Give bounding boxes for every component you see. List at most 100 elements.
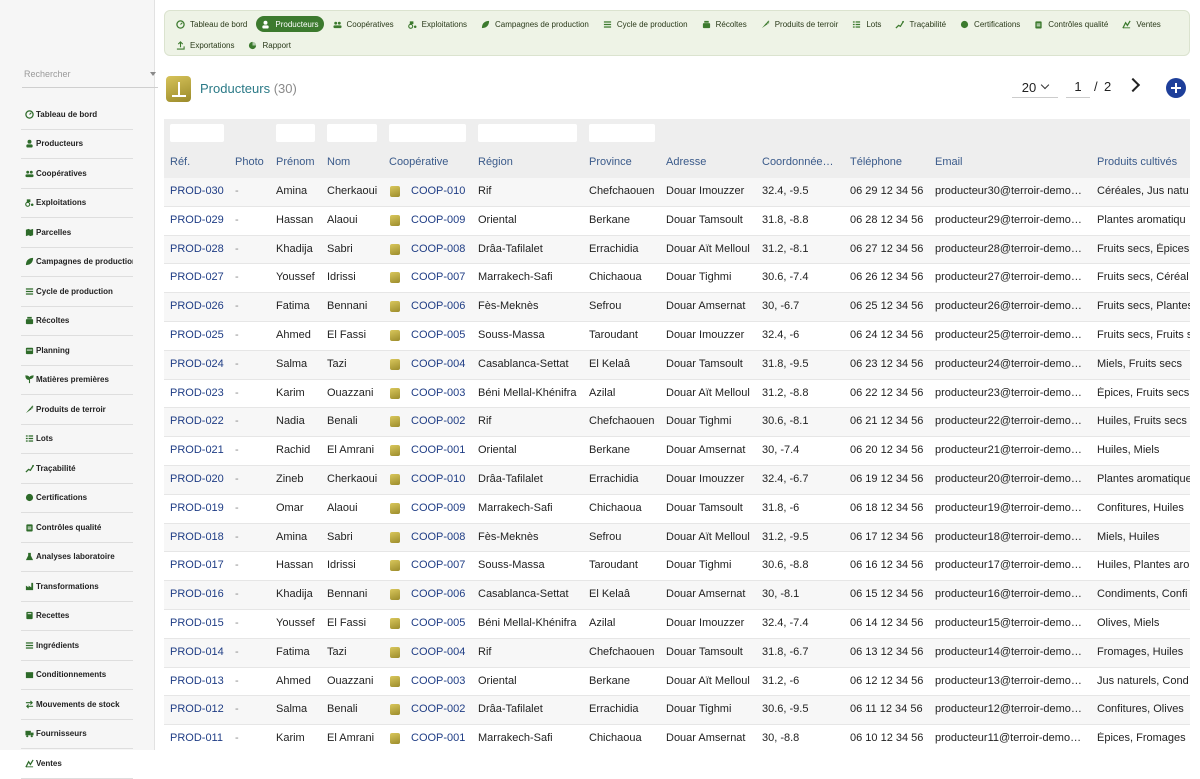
filter-province[interactable] bbox=[589, 124, 655, 142]
cell-cooperative[interactable]: COOP-009 bbox=[411, 502, 471, 514]
cell-ref[interactable]: PROD-022 bbox=[170, 415, 226, 427]
cell-cooperative[interactable]: COOP-007 bbox=[411, 271, 471, 283]
cell-cooperative[interactable]: COOP-005 bbox=[411, 617, 471, 629]
cell-ref[interactable]: PROD-020 bbox=[170, 473, 226, 485]
chevron-down-icon[interactable] bbox=[150, 72, 156, 76]
sidebar-item-7[interactable]: Récoltes bbox=[21, 307, 133, 336]
cell-cooperative[interactable]: COOP-007 bbox=[411, 559, 471, 571]
column-header-photo[interactable]: Photo bbox=[235, 156, 271, 168]
cell-cooperative[interactable]: COOP-005 bbox=[411, 329, 471, 341]
sidebar-item-0[interactable]: Tableau de bord bbox=[21, 100, 133, 130]
table-row[interactable]: PROD-021- Rachid El Amrani COOP-001 Oriental… bbox=[164, 437, 1190, 466]
table-row[interactable]: PROD-020- Zineb Cherkaoui COOP-010 Drâa-Tafi… bbox=[164, 465, 1190, 495]
cell-cooperative[interactable]: COOP-006 bbox=[411, 588, 471, 600]
sidebar-item-4[interactable]: Parcelles bbox=[21, 218, 133, 248]
column-header-coordonnees[interactable]: Coordonnée… bbox=[762, 156, 846, 168]
table-row[interactable]: PROD-014- Fatima Tazi COOP-004 Rif Chefchaoue… bbox=[164, 638, 1190, 668]
cell-ref[interactable]: PROD-025 bbox=[170, 329, 226, 341]
table-row[interactable]: PROD-029- Hassan Alaoui COOP-009 Oriental Ber… bbox=[164, 207, 1190, 236]
top-nav-item-row1-4[interactable]: Campagnes de production bbox=[476, 16, 594, 32]
top-nav-item-row1-9[interactable]: Traçabilité bbox=[890, 16, 951, 32]
column-header-produits[interactable]: Produits cultivés bbox=[1097, 156, 1190, 168]
cell-ref[interactable]: PROD-024 bbox=[170, 358, 226, 370]
cell-cooperative[interactable]: COOP-001 bbox=[411, 732, 471, 744]
cell-ref[interactable]: PROD-027 bbox=[170, 271, 226, 283]
cell-cooperative[interactable]: COOP-004 bbox=[411, 358, 471, 370]
cell-cooperative[interactable]: COOP-008 bbox=[411, 243, 471, 255]
cell-ref[interactable]: PROD-015 bbox=[170, 617, 226, 629]
sidebar-item-10[interactable]: Produits de terroir bbox=[21, 395, 133, 425]
column-header-adresse[interactable]: Adresse bbox=[666, 156, 758, 168]
table-row[interactable]: PROD-027- Youssef Idrissi COOP-007 Marrakech… bbox=[164, 264, 1190, 294]
cell-cooperative[interactable]: COOP-004 bbox=[411, 646, 471, 658]
column-header-prenom[interactable]: Prénom bbox=[276, 156, 324, 168]
sidebar-item-11[interactable]: Lots bbox=[21, 425, 133, 454]
cell-cooperative[interactable]: COOP-009 bbox=[411, 214, 471, 226]
column-header-ref[interactable]: Réf. bbox=[170, 156, 226, 168]
sidebar-item-22[interactable]: Ventes bbox=[21, 749, 133, 779]
sidebar-item-8[interactable]: Planning bbox=[21, 336, 133, 366]
sidebar-item-1[interactable]: Producteurs bbox=[21, 130, 133, 159]
sidebar-item-19[interactable]: Conditionnements bbox=[21, 661, 133, 690]
sidebar-item-18[interactable]: Ingrédients bbox=[21, 631, 133, 661]
cell-cooperative[interactable]: COOP-003 bbox=[411, 675, 471, 687]
sidebar-search[interactable] bbox=[22, 62, 158, 88]
sidebar-item-12[interactable]: Traçabilité bbox=[21, 454, 133, 484]
table-row[interactable]: PROD-022- Nadia Benali COOP-002 Rif Chefchaou… bbox=[164, 408, 1190, 438]
cell-ref[interactable]: PROD-018 bbox=[170, 531, 226, 543]
filter-nom[interactable] bbox=[327, 124, 377, 142]
sidebar-item-21[interactable]: Fournisseurs bbox=[21, 720, 133, 749]
cell-cooperative[interactable]: COOP-010 bbox=[411, 185, 471, 197]
cell-ref[interactable]: PROD-029 bbox=[170, 214, 226, 226]
cell-ref[interactable]: PROD-019 bbox=[170, 502, 226, 514]
column-header-email[interactable]: Email bbox=[935, 156, 1091, 168]
cell-cooperative[interactable]: COOP-006 bbox=[411, 300, 471, 312]
cell-cooperative[interactable]: COOP-001 bbox=[411, 444, 471, 456]
table-row[interactable]: PROD-026- Fatima Bennani COOP-006 Fès-Meknès… bbox=[164, 293, 1190, 322]
cell-cooperative[interactable]: COOP-008 bbox=[411, 531, 471, 543]
sidebar-item-9[interactable]: Matières premières bbox=[21, 366, 133, 395]
cell-ref[interactable]: PROD-014 bbox=[170, 646, 226, 658]
top-nav-item-row1-5[interactable]: Cycle de production bbox=[598, 16, 693, 32]
table-row[interactable]: PROD-012- Salma Benali COOP-002 Drâa-Tafilal… bbox=[164, 696, 1190, 726]
column-header-nom[interactable]: Nom bbox=[327, 156, 387, 168]
filter-ref[interactable] bbox=[170, 124, 224, 142]
table-row[interactable]: PROD-025- Ahmed El Fassi COOP-005 Souss-Mass… bbox=[164, 322, 1190, 351]
cell-ref[interactable]: PROD-030 bbox=[170, 185, 226, 197]
table-row[interactable]: PROD-017- Hassan Idrissi COOP-007 Souss-Mass… bbox=[164, 552, 1190, 582]
table-row[interactable]: PROD-013- Ahmed Ouazzani COOP-003 Oriental Be… bbox=[164, 668, 1190, 697]
cell-ref[interactable]: PROD-021 bbox=[170, 444, 226, 456]
table-row[interactable]: PROD-011- Karim El Amrani COOP-001 Marrakech… bbox=[164, 725, 1190, 750]
table-row[interactable]: PROD-018- Amina Sabri COOP-008 Fès-Meknès Sef… bbox=[164, 523, 1190, 553]
cell-ref[interactable]: PROD-016 bbox=[170, 588, 226, 600]
filter-prenom[interactable] bbox=[276, 124, 315, 142]
top-nav-item-row1-11[interactable]: Contrôles qualité bbox=[1029, 16, 1113, 32]
sidebar-item-2[interactable]: Coopératives bbox=[21, 159, 133, 189]
cell-cooperative[interactable]: COOP-002 bbox=[411, 415, 471, 427]
filter-region[interactable] bbox=[478, 124, 577, 142]
column-header-telephone[interactable]: Téléphone bbox=[850, 156, 932, 168]
sidebar-item-5[interactable]: Campagnes de production bbox=[21, 248, 133, 277]
sidebar-item-17[interactable]: Recettes bbox=[21, 602, 133, 631]
top-nav-item-row1-12[interactable]: Ventes bbox=[1117, 16, 1165, 32]
top-nav-item-row1-10[interactable]: Certifications bbox=[955, 16, 1025, 32]
add-producer-button[interactable] bbox=[1166, 78, 1186, 98]
table-row[interactable]: PROD-023- Karim Ouazzani COOP-003 Béni Mella… bbox=[164, 380, 1190, 409]
column-header-region[interactable]: Région bbox=[478, 156, 586, 168]
sidebar-item-16[interactable]: Transformations bbox=[21, 572, 133, 602]
next-page-icon[interactable] bbox=[1125, 77, 1141, 93]
sidebar-item-20[interactable]: Mouvements de stock bbox=[21, 690, 133, 720]
sidebar-item-13[interactable]: Certifications bbox=[21, 484, 133, 513]
table-row[interactable]: PROD-016- Khadija Bennani COOP-006 Casablanc… bbox=[164, 581, 1190, 610]
filter-cooperative[interactable] bbox=[389, 124, 466, 142]
top-nav-item-row1-6[interactable]: Récoltes bbox=[697, 16, 752, 32]
cell-ref[interactable]: PROD-028 bbox=[170, 243, 226, 255]
top-nav-item-row1-3[interactable]: Exploitations bbox=[403, 16, 472, 32]
top-nav-item-row1-1[interactable]: Producteurs bbox=[256, 16, 324, 32]
top-nav-item-row2-1[interactable]: Rapport bbox=[243, 37, 295, 53]
top-nav-item-row1-2[interactable]: Coopératives bbox=[328, 16, 399, 32]
sidebar-item-14[interactable]: Contrôles qualité bbox=[21, 513, 133, 543]
sidebar-item-15[interactable]: Analyses laboratoire bbox=[21, 543, 133, 572]
cell-cooperative[interactable]: COOP-003 bbox=[411, 387, 471, 399]
page-size-select[interactable]: 20 bbox=[1012, 77, 1058, 98]
